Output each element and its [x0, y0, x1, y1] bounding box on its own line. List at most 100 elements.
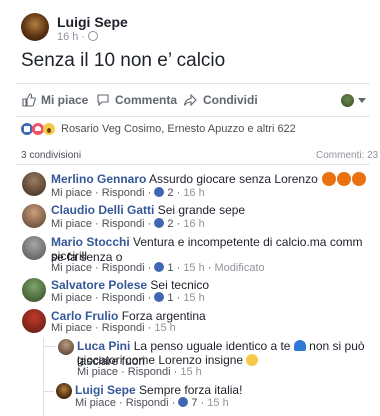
- comment-avatar[interactable]: [22, 278, 46, 302]
- comment-reply-link[interactable]: Rispondi: [102, 187, 145, 199]
- reply-connector: [44, 391, 54, 392]
- comment-text: Sei grande sepe: [157, 203, 246, 217]
- comment-time[interactable]: 16 h: [183, 187, 204, 199]
- like-button-label: Mi piace: [41, 93, 89, 107]
- comment-body: Mario Stocchi Ventura e incompetente di …: [51, 235, 373, 265]
- reactions-summary[interactable]: Rosario Veg Cosimo, Ernesto Apuzzo e alt…: [21, 122, 296, 136]
- comment-time[interactable]: 15 h: [183, 262, 204, 274]
- angry-face-icon: [322, 172, 337, 186]
- reactions-names: Rosario Veg Cosimo, Ernesto Apuzzo e alt…: [61, 123, 296, 135]
- comment-like-link[interactable]: Mi piace: [51, 262, 92, 274]
- share-arrow-icon: [183, 93, 197, 107]
- share-button-label: Condividi: [203, 93, 258, 107]
- comment-actions: Mi piace · Rispondi · 1 · 15 h: [51, 292, 205, 304]
- chevron-down-icon: [358, 97, 366, 103]
- comment-body: Merlino Gennaro Assurdo giocare senza Lo…: [51, 172, 371, 187]
- post-time[interactable]: 16 h: [57, 31, 78, 43]
- comment-actions: Mi piace · Rispondi · 1 · 15 h · Modific…: [51, 262, 265, 274]
- post-meta: 16 h ·: [57, 31, 99, 43]
- comment-button[interactable]: Commenta: [96, 90, 177, 110]
- action-bar-top-divider: [16, 83, 370, 84]
- author-avatar[interactable]: [21, 13, 49, 41]
- comment-like-count[interactable]: 2: [167, 187, 173, 199]
- comment-actions: Mi piace · Rispondi · 2 · 16 h: [51, 187, 205, 199]
- comment-author[interactable]: Salvatore Polese: [51, 278, 147, 292]
- comment-time[interactable]: 16 h: [183, 218, 204, 230]
- comment-like-link[interactable]: Mi piace: [51, 322, 92, 334]
- reply-reply-link[interactable]: Rispondi: [126, 397, 169, 409]
- reply-time[interactable]: 15 h: [180, 366, 201, 378]
- reply-like-link[interactable]: Mi piace: [75, 397, 116, 409]
- reply-author[interactable]: Luigi Sepe: [75, 383, 136, 397]
- like-reaction-icon: [154, 187, 165, 197]
- comment-avatar[interactable]: [22, 236, 46, 260]
- reply-connector: [44, 346, 56, 347]
- comment-author[interactable]: Carlo Frulio: [51, 309, 118, 323]
- comment-body: Salvatore Polese Sei tecnico: [51, 278, 371, 293]
- reply-thread-line: [43, 338, 44, 416]
- like-reaction-icon: [178, 397, 189, 407]
- reply-text-line1a: La penso uguale identico a te: [133, 339, 291, 353]
- shares-count[interactable]: 3 condivisioni: [21, 150, 81, 161]
- reply-time[interactable]: 15 h: [207, 397, 228, 409]
- like-reaction-icon: [154, 292, 165, 302]
- reply-author[interactable]: Luca Pini: [77, 339, 130, 353]
- comment-text: Forza argentina: [121, 309, 206, 323]
- comment-like-count[interactable]: 2: [167, 218, 173, 230]
- separator-dot: ·: [81, 31, 86, 43]
- reply-reply-link[interactable]: Rispondi: [128, 366, 171, 378]
- comment-button-label: Commenta: [115, 93, 178, 107]
- speech-bubble-icon: [97, 94, 109, 107]
- share-button[interactable]: Condividi: [183, 90, 258, 110]
- comment-avatar[interactable]: [22, 309, 46, 333]
- post-text: Senza il 10 non e’ calcio: [21, 50, 226, 71]
- comment-avatar[interactable]: [22, 204, 46, 228]
- reply-body: Luigi Sepe Sempre forza italia!: [75, 383, 375, 398]
- page-avatar-icon: [341, 93, 354, 107]
- like-reaction-icon: [154, 218, 165, 228]
- comment-like-link[interactable]: Mi piace: [51, 292, 92, 304]
- comment-like-count[interactable]: 1: [167, 292, 173, 304]
- comment-time[interactable]: 15 h: [154, 322, 175, 334]
- comment-text: Assurdo giocare senza Lorenzo: [149, 172, 318, 186]
- comment-like-link[interactable]: Mi piace: [51, 187, 92, 199]
- reply-like-link[interactable]: Mi piace: [77, 366, 118, 378]
- comment-text: Sei tecnico: [150, 278, 210, 292]
- reply-like-count[interactable]: 7: [191, 397, 197, 409]
- comment-author[interactable]: Mario Stocchi: [51, 235, 130, 249]
- comment-time[interactable]: 15 h: [183, 292, 204, 304]
- action-bar-bottom-divider: [16, 116, 370, 117]
- comment-reply-link[interactable]: Rispondi: [102, 322, 145, 334]
- comments-count[interactable]: Commenti: 23: [316, 150, 378, 161]
- reply-text: Sempre forza italia!: [139, 383, 243, 397]
- comment-reply-link[interactable]: Rispondi: [102, 262, 145, 274]
- disappointed-face-icon: [246, 354, 259, 366]
- angry-face-icon: [337, 172, 352, 186]
- comment-like-count[interactable]: 1: [167, 262, 173, 274]
- counts-divider: [16, 164, 370, 165]
- reply-avatar[interactable]: [56, 383, 72, 399]
- comment-body: Claudio Delli Gatti Sei grande sepe: [51, 203, 371, 218]
- post-as-selector[interactable]: [341, 92, 371, 108]
- comment-actions: Mi piace · Rispondi · 2 · 16 h: [51, 218, 205, 230]
- comment-author[interactable]: Merlino Gennaro: [51, 172, 146, 186]
- comment-reply-link[interactable]: Rispondi: [102, 218, 145, 230]
- post-author-name[interactable]: Luigi Sepe: [57, 14, 128, 30]
- reply-avatar[interactable]: [58, 339, 74, 355]
- reply-actions: Mi piace · Rispondi · 7 · 15 h: [75, 397, 229, 409]
- comment-reply-link[interactable]: Rispondi: [102, 292, 145, 304]
- angry-face-icon: [352, 172, 367, 186]
- thumbs-up-icon: [22, 93, 36, 107]
- reply-actions: Mi piace · Rispondi · 15 h: [77, 366, 202, 378]
- like-button[interactable]: Mi piace: [22, 90, 88, 110]
- comment-modified[interactable]: Modificato: [215, 262, 265, 274]
- wow-reaction-icon: [43, 123, 55, 135]
- globe-icon: [88, 31, 99, 41]
- like-reaction-icon: [154, 262, 165, 272]
- reply-text-line2: giocatori come Lorenzo insigne: [77, 353, 244, 367]
- blue-heart-icon: [293, 340, 306, 351]
- comment-actions: Mi piace · Rispondi · 15 h: [51, 322, 176, 334]
- comment-author[interactable]: Claudio Delli Gatti: [51, 203, 154, 217]
- comment-avatar[interactable]: [22, 172, 46, 196]
- comment-like-link[interactable]: Mi piace: [51, 218, 92, 230]
